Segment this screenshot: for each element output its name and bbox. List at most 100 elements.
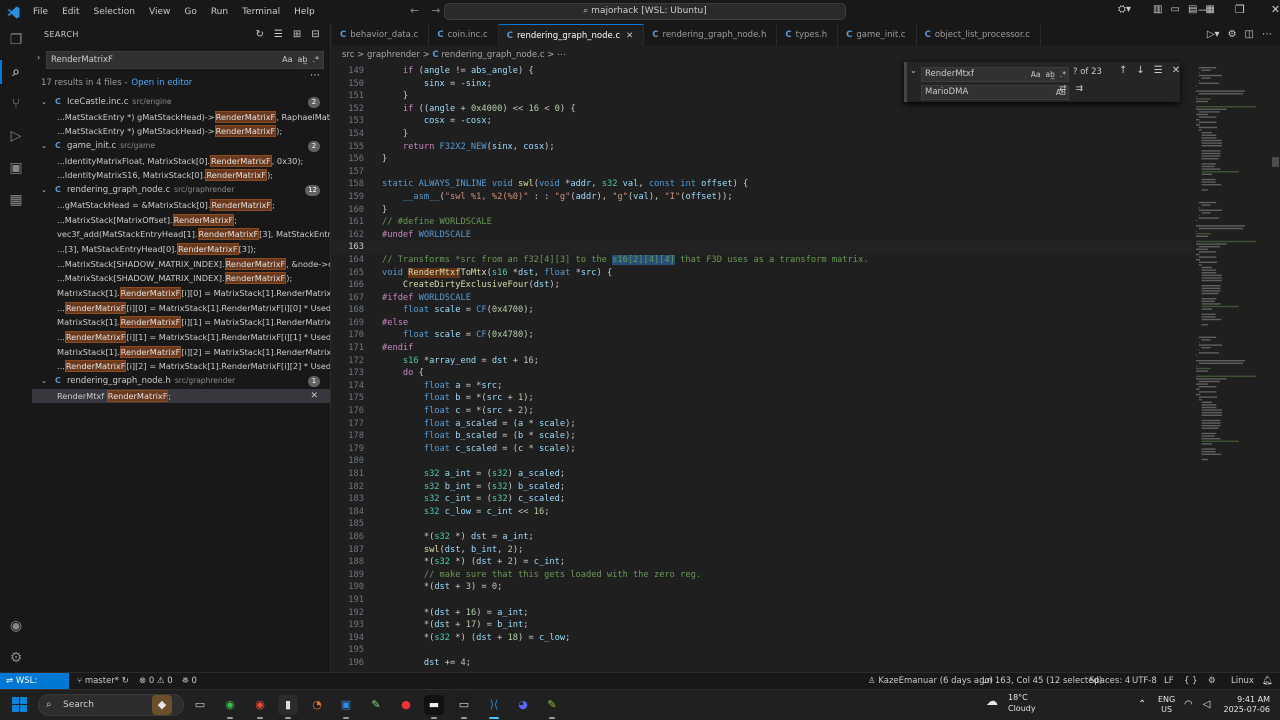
search-input[interactable]: RenderMatrixF Aa ab̲ .* xyxy=(46,51,324,69)
git-blame[interactable]: ♙ KazeEmanuar (6 days ago) xyxy=(868,673,993,689)
copilot-icon[interactable]: ⛭▾ xyxy=(1118,4,1131,15)
result-match-row[interactable]: RenderMtxf RenderMatrixF; ✕ xyxy=(32,388,330,404)
result-match-row[interactable]: MatrixStack[1].RenderMatrixF[i][1] = Mat… xyxy=(32,315,330,330)
toggle-secondary-sidebar-icon[interactable]: ▤ xyxy=(1188,4,1197,15)
code-line[interactable]: 157 xyxy=(332,166,1192,179)
console-icon[interactable]: ▬ xyxy=(424,695,444,719)
tab-coin-inc-c[interactable]: Ccoin.inc.c xyxy=(429,24,499,46)
indentation[interactable]: Spaces: 4 xyxy=(1089,673,1130,689)
toggle-primary-sidebar-icon[interactable]: ▥ xyxy=(1153,4,1162,15)
code-line[interactable]: 180 xyxy=(332,455,1192,468)
code-line[interactable]: 167 #ifdef WORLDSCALE xyxy=(332,292,1192,305)
toggle-panel-icon[interactable]: ▭ xyxy=(1170,4,1179,15)
code-line[interactable]: 173 do { xyxy=(332,367,1192,380)
chevron-down-icon[interactable]: ⌄ xyxy=(41,95,47,110)
scrollbar-thumb[interactable] xyxy=(1272,157,1279,167)
code-line[interactable]: 188 *(s32 *) (dst + 2) = c_int; xyxy=(332,556,1192,569)
result-match-row[interactable]: ...MatrixStack[MatrixOffset].RenderMatri… xyxy=(32,213,330,228)
code-line[interactable]: 183 s32 c_int = (s32) c_scaled; xyxy=(332,493,1192,506)
copilot-status-icon[interactable]: ⚙ xyxy=(1208,673,1216,689)
code-line[interactable]: 176 float c = *(src + 2); xyxy=(332,405,1192,418)
code-line[interactable]: 156} xyxy=(332,153,1192,166)
close-tab-icon[interactable]: ✕ xyxy=(626,31,633,41)
code-line[interactable]: 181 s32 a_int = (s32) a_scaled; xyxy=(332,468,1192,481)
code-line[interactable]: 174 float a = *src; xyxy=(332,380,1192,393)
explorer-icon[interactable]: ❐ xyxy=(6,30,26,50)
regex-icon[interactable]: .* xyxy=(312,55,319,64)
terminal-icon[interactable]: ▮ xyxy=(278,695,298,719)
remote-indicator[interactable]: ⇌ WSL: Ubuntu xyxy=(0,673,69,702)
settings-icon[interactable]: ⚙ xyxy=(1228,29,1237,40)
open-in-editor-link[interactable]: Open in editor xyxy=(131,78,192,88)
code-line[interactable]: 158 static ALWAYS_INLINE void swl(void *a… xyxy=(332,178,1192,191)
code-line[interactable]: 155 return F32X2_NEW(sinx, cosx); xyxy=(332,141,1192,154)
next-match-icon[interactable]: ↓ xyxy=(1136,65,1144,76)
input-language[interactable]: ENG US xyxy=(1158,695,1175,715)
code-line[interactable]: 189 // make sure that this gets loaded w… xyxy=(332,569,1192,582)
problems-indicator[interactable]: ⊗ 0 ⚠ 0 xyxy=(139,673,173,689)
extensions-icon[interactable]: ▦ xyxy=(6,190,26,210)
result-match-row[interactable]: ...IdentityMatrixS16, MatrixStack[0].Ren… xyxy=(32,168,330,183)
branch-indicator[interactable]: ⑂ master* ↻ xyxy=(77,673,129,689)
menu-item-selection[interactable]: Selection xyxy=(94,7,135,17)
code-line[interactable]: 182 s32 b_int = (s32) b_scaled; xyxy=(332,481,1192,494)
blender-icon[interactable]: ◔ xyxy=(307,695,327,715)
code-line[interactable]: 153 cosx = -cosx; xyxy=(332,115,1192,128)
search-icon[interactable]: ⌕ xyxy=(6,62,26,82)
regex-icon[interactable]: .* xyxy=(1060,70,1066,79)
replace-icon[interactable]: ⇄ xyxy=(1059,84,1067,94)
forward-arrow-icon[interactable]: → xyxy=(431,4,440,17)
tab-object-list-processor-c[interactable]: Cobject_list_processor.c xyxy=(917,24,1041,46)
chevron-down-icon[interactable]: ⌄ xyxy=(41,374,47,389)
menu-item-file[interactable]: File xyxy=(33,7,48,17)
result-match-row[interactable]: ...MatStackEntry *) gMatStackHead)->Rend… xyxy=(32,124,330,139)
chrome-icon[interactable]: ◉ xyxy=(220,695,240,719)
code-line[interactable]: 160} xyxy=(332,204,1192,217)
result-file-row[interactable]: ⌄ Crendering_graph_node.c src/graphrender 1… xyxy=(32,183,330,198)
code-line[interactable]: 191 xyxy=(332,594,1192,607)
code-line[interactable]: 163 xyxy=(332,241,1192,254)
result-match-row[interactable]: ...RenderMatrixF[i][1] = MatrixStack[1].… xyxy=(32,330,330,345)
tab-rendering-graph-node-h[interactable]: Crendering_graph_node.h xyxy=(644,24,778,46)
code-line[interactable]: 185 xyxy=(332,518,1192,531)
menu-item-help[interactable]: Help xyxy=(294,7,315,17)
code-line[interactable]: 165 void RenderMtxfToMtx(s16 *dst, float … xyxy=(332,267,1192,280)
code-line[interactable]: 152 if ((angle + 0x4000) << 16 < 0) { xyxy=(332,103,1192,116)
more-options-icon[interactable]: ⋯ xyxy=(310,70,320,81)
code-line[interactable]: 161 // #define WORLDSCALE xyxy=(332,216,1192,229)
more-actions-icon[interactable]: ⋯ xyxy=(1262,29,1272,40)
discord-icon[interactable]: ◕ xyxy=(513,695,533,715)
code-line[interactable]: 195 xyxy=(332,644,1192,657)
ports-indicator[interactable]: ⛯ 0 xyxy=(182,673,197,689)
task-view-icon[interactable]: ▭ xyxy=(190,695,210,715)
restore-icon[interactable]: ❐ xyxy=(1235,3,1245,16)
format-braces-icon[interactable]: { } xyxy=(1184,673,1198,689)
editor-scrollbar[interactable] xyxy=(1271,65,1280,672)
volume-icon[interactable]: ◁ xyxy=(1203,699,1211,710)
remote-explorer-icon[interactable]: ▣ xyxy=(6,158,26,178)
account-icon[interactable]: ◉ xyxy=(6,616,26,636)
code-line[interactable]: 194 *(s32 *) (dst + 18) = c_low; xyxy=(332,632,1192,645)
match-case-icon[interactable]: Aa xyxy=(282,55,292,64)
menu-item-go[interactable]: Go xyxy=(184,7,196,17)
wifi-icon[interactable]: ◠ xyxy=(1184,699,1193,710)
close-find-icon[interactable]: ✕ xyxy=(1172,65,1180,76)
find-in-selection-icon[interactable]: ☰ xyxy=(1154,65,1163,76)
minimize-icon[interactable]: — xyxy=(1198,3,1209,16)
code-line[interactable]: 196 dst += 4; xyxy=(332,657,1192,670)
clear-results-icon[interactable]: ☰ xyxy=(274,29,283,40)
code-line[interactable]: 187 swl(dst, b_int, 2); xyxy=(332,544,1192,557)
minimap[interactable] xyxy=(1194,65,1272,672)
code-editor[interactable]: 149 if (angle != abs_angle) {150 sinx = … xyxy=(332,65,1192,672)
menu-item-run[interactable]: Run xyxy=(211,7,228,17)
chevron-down-icon[interactable]: ⌄ xyxy=(41,183,47,198)
toggle-replace-icon[interactable]: › xyxy=(37,53,40,62)
whole-word-icon[interactable]: ab̲ xyxy=(1046,70,1055,79)
result-match-row[interactable]: ...MatStackEntry *) gMatStackHead)->Rend… xyxy=(32,110,330,125)
chrome-profile-icon[interactable]: ◉ xyxy=(250,695,270,719)
editor-app-icon[interactable]: ✎ xyxy=(542,695,562,719)
language-mode[interactable]: Linux xyxy=(1231,673,1254,689)
tab-rendering-graph-node-c[interactable]: Crendering_graph_node.c ✕ xyxy=(498,24,645,46)
code-line[interactable]: 166 CreateDirtyExclusiveFour(dst); xyxy=(332,279,1192,292)
close-icon[interactable]: ✕ xyxy=(1271,3,1280,16)
